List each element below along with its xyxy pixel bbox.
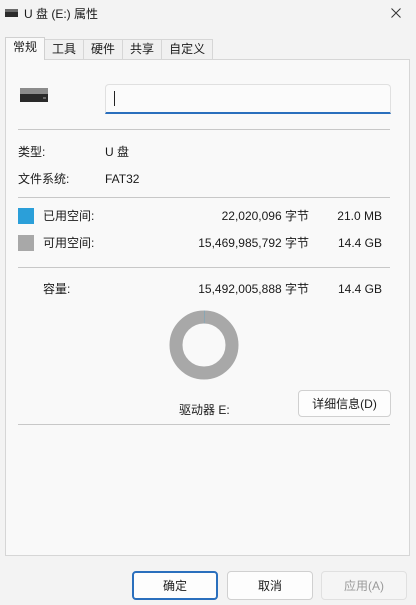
capacity-size: 14.4 GB bbox=[337, 282, 382, 296]
cancel-button[interactable]: 取消 bbox=[227, 571, 313, 600]
tab-customize[interactable]: 自定义 bbox=[161, 39, 214, 60]
drive-letter-label: 驱动器 E: bbox=[179, 403, 230, 417]
tab-tools[interactable]: 工具 bbox=[44, 39, 85, 60]
drive-icon bbox=[5, 9, 18, 17]
usage-donut-chart bbox=[169, 310, 239, 380]
tab-general[interactable]: 常规 bbox=[5, 37, 46, 60]
tab-bar: 常规 工具 硬件 共享 自定义 bbox=[5, 37, 214, 60]
used-space-label: 已用空间: bbox=[43, 209, 95, 223]
volume-name-input[interactable] bbox=[105, 84, 391, 114]
close-icon bbox=[391, 8, 401, 18]
free-space-label: 可用空间: bbox=[43, 236, 95, 250]
text-caret bbox=[114, 91, 115, 106]
tab-sharing[interactable]: 共享 bbox=[122, 39, 163, 60]
free-space-swatch bbox=[18, 235, 34, 251]
separator bbox=[18, 197, 390, 198]
used-space-swatch bbox=[18, 208, 34, 224]
properties-window: U 盘 (E:) 属性 常规 工具 硬件 共享 自定义 类型: U 盘 文件系统… bbox=[0, 0, 416, 605]
separator bbox=[18, 267, 390, 268]
capacity-bytes: 15,492,005,888 字节 bbox=[198, 282, 309, 296]
free-space-ring bbox=[169, 310, 239, 380]
free-space-size: 14.4 GB bbox=[337, 236, 382, 250]
capacity-label: 容量: bbox=[43, 282, 71, 296]
free-space-bytes: 15,469,985,792 字节 bbox=[198, 236, 309, 250]
title-bar[interactable]: U 盘 (E:) 属性 bbox=[0, 0, 416, 30]
details-button[interactable]: 详细信息(D) bbox=[298, 390, 391, 417]
ok-button[interactable]: 确定 bbox=[132, 571, 218, 600]
used-space-bytes: 22,020,096 字节 bbox=[221, 209, 309, 223]
general-panel: 类型: U 盘 文件系统: FAT32 已用空间: 22,020,096 字节 … bbox=[5, 59, 410, 556]
separator bbox=[18, 129, 390, 130]
apply-button[interactable]: 应用(A) bbox=[321, 571, 407, 600]
window-title: U 盘 (E:) 属性 bbox=[24, 7, 98, 21]
type-label: 类型: bbox=[18, 145, 46, 159]
used-space-size: 21.0 MB bbox=[337, 209, 382, 223]
tab-hardware[interactable]: 硬件 bbox=[83, 39, 124, 60]
filesystem-label: 文件系统: bbox=[18, 172, 70, 186]
usb-drive-icon bbox=[20, 88, 48, 102]
close-button[interactable] bbox=[376, 0, 416, 26]
type-value: U 盘 bbox=[105, 145, 130, 159]
separator bbox=[18, 424, 390, 425]
filesystem-value: FAT32 bbox=[105, 172, 140, 186]
